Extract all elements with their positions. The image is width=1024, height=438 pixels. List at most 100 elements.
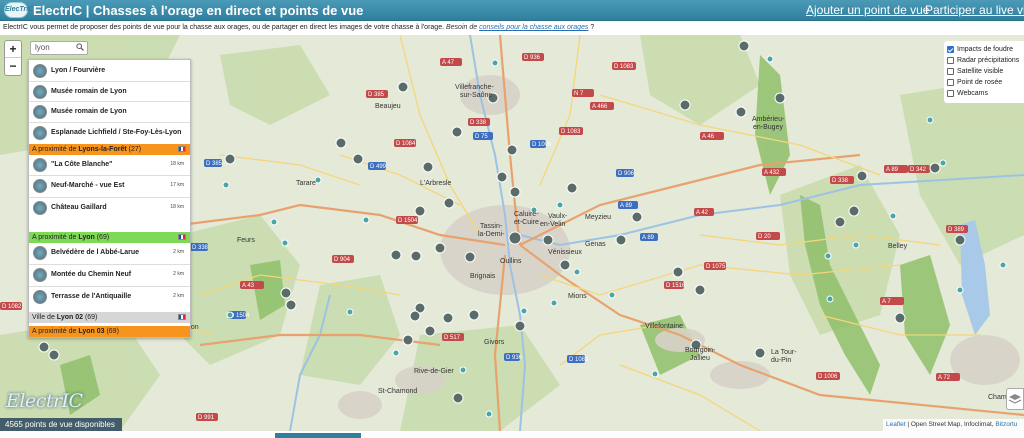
road-shield-label: D 1083 [561,129,581,135]
svg-text:Meyzieu: Meyzieu [585,214,611,221]
search-icon[interactable] [76,43,84,51]
svg-text:La Tour-: La Tour- [771,349,797,356]
result-label: Esplanade Lichfield / Ste-Foy-Lès-Lyon [51,129,182,136]
zoom-control: + − [4,40,22,76]
result-label: Lyon / Fourvière [51,67,106,74]
svg-text:du-Pin: du-Pin [771,357,791,364]
search-results-panel: Lyon / Fourvière Musée romain de Lyon Mu… [28,59,191,338]
group-header-lyon-03[interactable]: A proximité de Lyon 03 (69) [29,326,190,337]
viewpoint-thumbnail [33,179,47,193]
result-distance: 17 km [170,182,184,188]
svg-text:Tassin-: Tassin- [480,223,503,230]
layer-dewpoint[interactable]: Point de rosée [947,77,1024,88]
viewpoint-thumbnail [33,158,47,172]
leaflet-link[interactable]: Leaflet [886,421,906,428]
group-header-lyons-la-foret[interactable]: A proximité de Lyons-la-Forêt (27) [29,144,190,155]
road-shield-label: A 46 [702,134,715,140]
result-item[interactable]: Lyon / Fourvière [29,61,190,81]
nav-live-video-link[interactable]: Participer au live vidéo [925,3,1024,17]
intro-suffix: ? [590,24,595,31]
viewpoint-thumbnail [33,126,47,140]
result-label: Terrasse de l'Antiquaille [51,293,132,300]
road-shield-label: D 936 [524,55,541,61]
svg-text:Rive-de-Gier: Rive-de-Gier [414,368,454,375]
intro-main: ElectrIC vous permet de proposer des poi… [3,24,445,31]
zoom-in-button[interactable]: + [5,41,21,58]
svg-text:Villefontaine: Villefontaine [645,323,683,330]
svg-text:Brignais: Brignais [470,273,496,280]
result-distance: 2 km [173,249,184,255]
svg-text:Villefranche-: Villefranche- [455,84,494,91]
map[interactable]: D 936 D 1083 D 385 D 338 A 466 D 1083 A 46 D 10… [0,35,1024,431]
result-item[interactable]: Montée du Chemin Neuf 2 km [29,265,190,285]
result-item[interactable]: Neuf-Marché - vue Est 17 km [29,176,190,196]
svg-text:la-Demi-: la-Demi- [478,231,505,238]
road-shield-label: A 89 [620,203,633,209]
layer-label: Webcams [957,90,988,97]
layer-satellite[interactable]: Satellite visible [947,66,1024,77]
viewpoint-thumbnail [33,268,47,282]
layer-lightning[interactable]: Impacts de foudre [947,44,1024,55]
svg-text:et-Cuire: et-Cuire [514,219,539,226]
group-header-lyon[interactable]: A proximité de Lyon (69) [29,232,190,243]
checkbox[interactable] [947,79,954,86]
road-shield-label: D 1083 [569,357,589,363]
result-item[interactable]: "La Côte Blanche" 18 km [29,155,190,175]
result-item[interactable]: Terrasse de l'Antiquaille 2 km [29,287,190,307]
road-shield-label: D 936 [506,355,523,361]
result-label: Neuf-Marché - vue Est [51,182,125,189]
layer-radar[interactable]: Radar précipitations [947,55,1024,66]
storm-chasing-tips-link[interactable]: conseils pour la chasse aux orages [479,24,588,31]
road-shield-label: D 385 [368,92,385,98]
group-header-lyon-02[interactable]: Ville de Lyon 02 (69) [29,312,190,323]
road-shield-label: D 1006 [532,142,552,148]
road-shield-label: D 342 [910,167,927,173]
svg-text:Bourgoin-: Bourgoin- [685,347,716,354]
result-item[interactable]: Musée romain de Lyon [29,82,190,102]
bitzortung-link[interactable]: Bitzortu [995,421,1017,428]
road-shield-label: D 20 [758,234,771,240]
site-logo[interactable]: ElecTriC [4,2,33,18]
result-item[interactable]: Esplanade Lichfield / Ste-Foy-Lès-Lyon [29,123,190,143]
road-shield-label: D 75 [475,134,488,140]
page-footer [0,431,1024,438]
attribution-text: | Open Street Map, Infoclimat, [905,421,996,428]
svg-text:Vaulx-: Vaulx- [548,213,568,220]
result-item[interactable]: Musée romain de Lyon [29,102,190,122]
checkbox-checked[interactable] [947,46,954,53]
result-label: Montée du Chemin Neuf [51,271,132,278]
road-shield-label: A 47 [442,60,455,66]
road-shield-label: D 904 [334,257,351,263]
svg-text:Vénissieux: Vénissieux [548,249,582,256]
road-shield-label: D 906 [618,171,635,177]
flag-icon [178,146,186,152]
layer-label: Point de rosée [957,79,1003,86]
group-place: Lyons-la-Forêt [78,146,127,153]
zoom-out-button[interactable]: − [5,58,21,75]
checkbox[interactable] [947,57,954,64]
result-item[interactable]: Château Gaillard 18 km [29,198,190,218]
road-shield-label: D 338 [832,178,849,184]
checkbox[interactable] [947,68,954,75]
svg-text:Jallieu: Jallieu [690,355,710,362]
result-item[interactable]: Belvédère de l Abbé-Larue 2 km [29,243,190,263]
svg-text:sur-Saône: sur-Saône [460,92,492,99]
svg-text:St-Chamond: St-Chamond [378,388,417,395]
group-prefix: A proximité de [32,234,77,241]
road-shield-label: A 89 [642,235,655,241]
svg-text:Caluire-: Caluire- [514,211,539,218]
viewpoint-thumbnail [33,64,47,78]
road-shield-label: D 1516 [666,283,686,289]
checkbox[interactable] [947,90,954,97]
nav-add-viewpoint-link[interactable]: Ajouter un point de vue [806,3,929,17]
layers-stack-icon[interactable] [1006,388,1024,410]
road-shield-label: N 7 [574,91,584,97]
layer-label: Radar précipitations [957,57,1020,64]
result-distance: 2 km [173,271,184,277]
result-distance: 18 km [170,161,184,167]
layer-webcams[interactable]: Webcams [947,88,1024,99]
svg-text:en-Velin: en-Velin [540,221,565,228]
svg-text:Ambérieu-: Ambérieu- [752,116,785,123]
road-shield-label: D 1083 [614,64,634,70]
map-attribution: Leaflet | Open Street Map, Infoclimat, B… [883,419,1024,431]
